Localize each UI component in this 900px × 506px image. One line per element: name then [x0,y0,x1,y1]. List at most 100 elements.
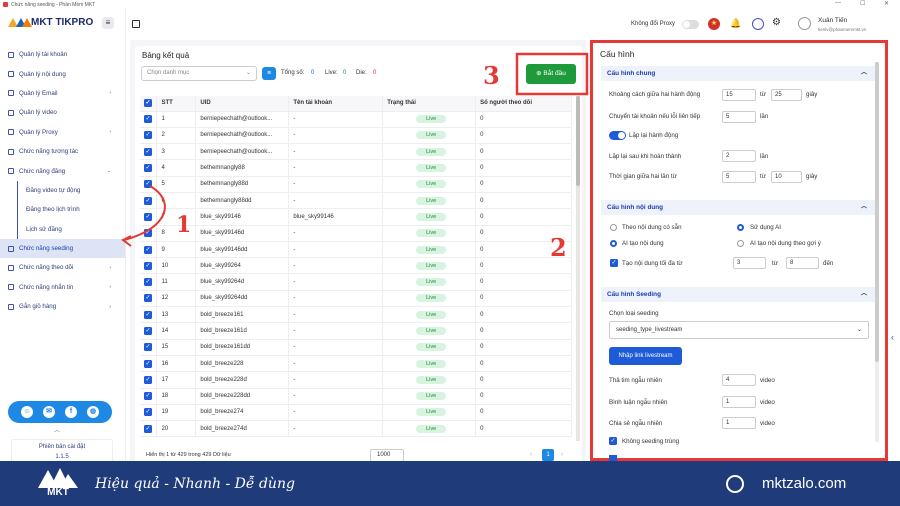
facebook-icon[interactable]: f [65,406,77,418]
sidebar-item-content[interactable]: Quản lý nội dung [0,64,125,83]
sidebar-subitem-scheduled-post[interactable]: Đăng theo lịch trình [0,200,125,220]
next-page-icon[interactable]: › [561,452,563,458]
row-checkbox[interactable]: ✓ [144,245,152,254]
category-select[interactable]: Chọn danh mục ⌄ [141,66,257,81]
switch-account-input[interactable]: 5 [722,111,756,123]
radio-use-ai[interactable] [737,224,744,231]
repeat-after-input[interactable]: 2 [722,150,756,162]
wait-from-input[interactable]: 5 [722,171,756,183]
gear-icon[interactable]: ⚙ [772,17,781,28]
start-button[interactable]: ⊕ Bắt đầu [526,64,576,84]
col-status[interactable]: Trạng thái [382,96,477,112]
table-row[interactable]: ✓ 3 berniepeechath@outlook... - Live 0 [140,143,572,161]
share-input[interactable]: 1 [722,417,756,429]
radio-ai-content[interactable] [610,240,617,247]
sidebar-item-accounts[interactable]: Quản lý tài khoản [0,45,125,64]
close-icon[interactable]: ✕ [884,0,889,7]
table-row[interactable]: ✓ 10 blue_sky99264- Live 0 [140,257,572,275]
col-account-name[interactable]: Tên tài khoản [288,96,384,112]
section-content-header[interactable]: Cấu hình nội dung ︿ [601,200,875,215]
col-uid[interactable]: UID [195,96,290,112]
table-row[interactable]: ✓ 12 blue_sky99264dd - Live 0 [140,290,572,308]
table-row[interactable]: ✓ 2 berniepeechath@outlook... - Live 0 [140,127,572,145]
col-followers[interactable]: Số người theo dõi [475,96,572,112]
sidebar-item-proxy[interactable]: Quản lý Proxy › [0,123,125,142]
row-checkbox[interactable]: ✓ [144,115,152,124]
input-livestream-link-button[interactable]: Nhập link livestream [609,347,682,365]
sidebar-item-seeding[interactable]: Chức năng seeding [0,238,125,259]
table-row[interactable]: ✓ 5 bethemnangly88d - Live 0 [140,176,572,193]
row-checkbox[interactable]: ✓ [144,229,152,238]
prev-page-icon[interactable]: ‹ [530,452,532,458]
scrollbar-thumb[interactable] [875,62,879,362]
table-row[interactable]: ✓ 11 blue_sky99264d - Live 0 [140,273,572,291]
no-duplicate-checkbox[interactable]: ✓ [609,437,617,445]
maximize-icon[interactable]: ☐ [860,0,865,7]
sidebar-item-cart[interactable]: Gắn giỏ hàng › [0,297,125,316]
row-checkbox[interactable]: ✓ [144,375,152,384]
table-row[interactable]: ✓ 6 bethemnangly88dd - Live 0 [140,192,572,210]
row-checkbox[interactable]: ✓ [144,343,152,352]
sidebar-item-email[interactable]: Quản lý Email › [0,84,125,103]
table-row[interactable]: ✓ 15 bold_breeze161dd - Live 0 [140,339,572,356]
row-checkbox[interactable]: ✓ [144,261,152,270]
col-stt[interactable]: STT [156,96,197,112]
repeat-toggle[interactable] [609,131,626,140]
proxy-toggle[interactable] [682,20,699,29]
table-row[interactable]: ✓ 14 bold_breeze161d - Live 0 [140,322,572,340]
section-general-header[interactable]: Cấu hình chung ︿ [601,66,875,81]
radio-existing-content[interactable] [610,224,617,231]
max-from-input[interactable]: 3 [733,257,766,269]
row-checkbox[interactable]: ✓ [144,131,152,140]
table-row[interactable]: ✓ 20 bold_breeze274d - Live 0 [140,420,572,438]
support-icon[interactable]: ☺ [21,406,33,418]
section-seeding-header[interactable]: Cấu hình Seeding ︿ [601,287,875,302]
table-row[interactable]: ✓ 7 blue_sky99146 blue_sky99146 Live 0 [140,208,572,226]
sidebar-subitem-post-history[interactable]: Lịch sử đăng [0,219,125,240]
sidebar-item-interaction[interactable]: Chức năng tương tác [0,142,125,161]
row-checkbox[interactable]: ✓ [144,212,152,221]
row-checkbox[interactable]: ✓ [144,147,152,156]
select-all-checkbox[interactable]: ✓ [144,99,152,108]
row-checkbox[interactable]: ✓ [144,359,152,368]
sidebar-item-posting[interactable]: Chức năng đăng ⌄ [0,161,125,180]
sidebar-item-video[interactable]: Quản lý video [0,103,125,122]
collapse-up-icon[interactable]: ︿ [54,425,60,434]
menu-toggle-icon[interactable]: ≡ [102,17,114,29]
interval-to-input[interactable]: 25 [771,89,802,101]
sidebar-item-messaging[interactable]: Chức năng nhắn tin › [0,278,125,297]
avatar[interactable] [798,17,811,30]
config-scrollbar[interactable] [875,62,879,442]
row-checkbox[interactable]: ✓ [144,294,152,303]
table-row[interactable]: ✓ 18 bold_breeze228dd - Live 0 [140,388,572,405]
row-checkbox[interactable]: ✓ [144,408,152,417]
max-to-input[interactable]: 8 [786,257,819,269]
globe-icon[interactable]: ◍ [87,406,99,418]
status-icon[interactable] [752,18,764,30]
collapse-panel-icon[interactable]: ‹ [891,332,894,342]
radio-ai-suggest[interactable] [737,240,744,247]
table-scrollbar[interactable] [576,96,580,441]
row-checkbox[interactable]: ✓ [144,180,152,189]
row-checkbox[interactable]: ✓ [144,196,152,205]
sidebar-subitem-auto-post[interactable]: Đăng video tự động [0,180,125,201]
bell-icon[interactable]: 🔔 [730,18,741,29]
seeding-type-select[interactable]: seeding_type_livestream ⌄ [609,321,869,339]
scrollbar-thumb[interactable] [576,96,580,186]
wait-to-input[interactable]: 10 [771,171,802,183]
table-row[interactable]: ✓ 16 bold_breeze228- Live 0 [140,355,572,373]
comment-input[interactable]: 1 [722,396,756,408]
table-row[interactable]: ✓ 19 bold_breeze274- Live 0 [140,404,572,422]
row-checkbox[interactable]: ✓ [144,424,152,433]
row-checkbox[interactable]: ✓ [144,327,152,335]
row-checkbox[interactable]: ✓ [144,392,152,401]
filter-icon[interactable]: ≡ [262,67,276,80]
row-checkbox[interactable]: ✓ [144,310,152,319]
row-checkbox[interactable]: ✓ [144,164,152,173]
table-row[interactable]: ✓ 8 blue_sky99146d - Live 0 [140,225,572,242]
table-row[interactable]: ✓ 13 bold_breeze161- Live 0 [140,306,572,324]
layout-toggle-icon[interactable] [132,20,140,28]
page-1-button[interactable]: 1 [542,449,554,461]
table-row[interactable]: ✓ 4 bethemnangly88- Live 0 [140,159,572,177]
messenger-icon[interactable]: ✉ [43,406,55,418]
